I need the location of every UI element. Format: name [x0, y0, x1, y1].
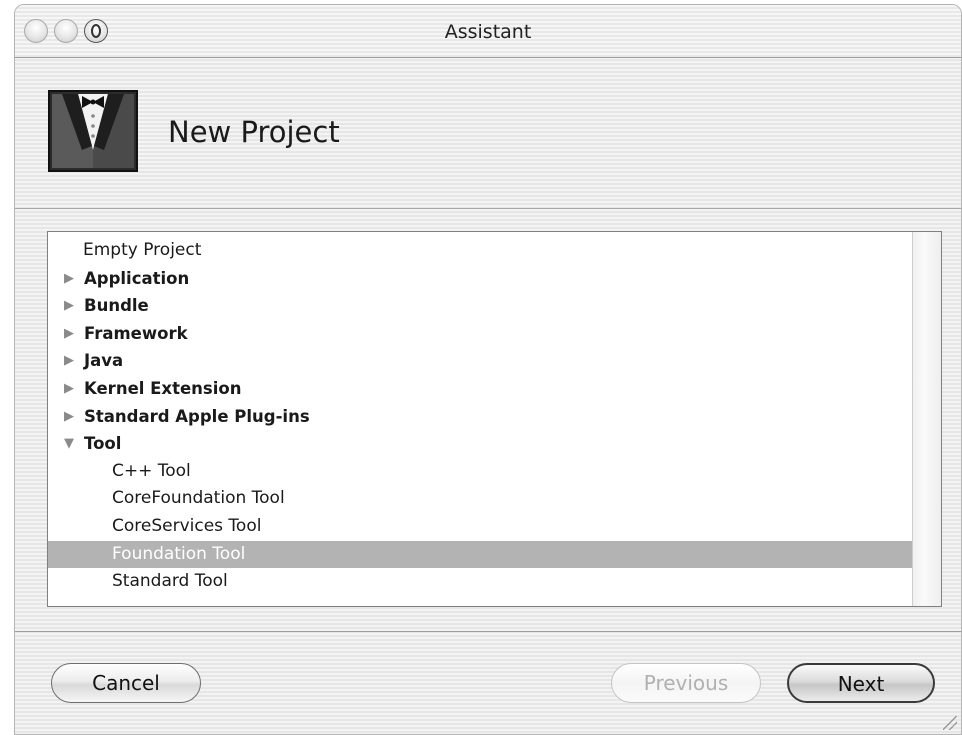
disclosure-triangle-down-icon[interactable]: ▼: [64, 430, 80, 458]
cancel-button[interactable]: Cancel: [51, 663, 201, 703]
list-item-category[interactable]: ▶ Java: [48, 347, 913, 375]
next-button[interactable]: Next: [787, 663, 935, 703]
disclosure-triangle-right-icon[interactable]: ▶: [64, 320, 80, 348]
list-item[interactable]: CoreServices Tool: [48, 513, 913, 541]
page-title: New Project: [168, 115, 340, 149]
disclosure-triangle-right-icon[interactable]: ▶: [64, 347, 80, 375]
list-item[interactable]: Foundation Tool: [48, 540, 913, 569]
footer-divider: [15, 631, 961, 632]
disclosure-triangle-right-icon[interactable]: ▶: [64, 292, 80, 320]
list-item-label: Empty Project: [83, 240, 202, 260]
window-title: Assistant: [444, 21, 532, 43]
title-bar[interactable]: Assistant: [15, 5, 961, 58]
list-item-category[interactable]: Empty Project: [48, 237, 913, 265]
list-item-label: Standard Apple Plug-ins: [84, 406, 310, 426]
tuxedo-icon: [48, 90, 138, 172]
assistant-window: Assistant New Project Empty Project ▶ Appl…: [14, 4, 962, 735]
list-item-label: Application: [84, 268, 190, 288]
list-item-label: Bundle: [84, 296, 149, 316]
list-item-label: Framework: [84, 323, 188, 343]
list-item-label: Java: [84, 351, 124, 371]
scrollbar-track[interactable]: [912, 232, 941, 606]
list-item-label: Tool: [84, 434, 122, 454]
template-list[interactable]: Empty Project ▶ Application ▶ Bundle ▶ Framewo…: [47, 231, 942, 607]
disclosure-triangle-right-icon[interactable]: ▶: [64, 375, 80, 403]
disclosure-triangle-right-icon[interactable]: ▶: [64, 403, 80, 431]
list-item[interactable]: CoreFoundation Tool: [48, 485, 913, 513]
list-item-category[interactable]: ▶ Bundle: [48, 292, 913, 320]
assistant-header: New Project: [15, 58, 961, 209]
list-item[interactable]: Standard Tool: [48, 568, 913, 596]
template-list-rows: Empty Project ▶ Application ▶ Bundle ▶ Framewo…: [48, 237, 913, 596]
previous-button[interactable]: Previous: [611, 663, 761, 703]
resize-grip-icon[interactable]: [943, 716, 957, 730]
list-item-category[interactable]: ▶ Standard Apple Plug-ins: [48, 403, 913, 431]
list-item-label: C++ Tool: [112, 460, 191, 481]
disclosure-triangle-right-icon[interactable]: ▶: [64, 265, 80, 293]
list-item-label: CoreServices Tool: [112, 515, 262, 536]
list-item-category[interactable]: ▶ Kernel Extension: [48, 375, 913, 403]
list-item-label: CoreFoundation Tool: [112, 488, 285, 509]
list-item-category[interactable]: ▶ Application: [48, 265, 913, 293]
list-item-category[interactable]: ▶ Framework: [48, 320, 913, 348]
list-item-label: Foundation Tool: [112, 543, 246, 564]
list-item-label: Kernel Extension: [84, 378, 242, 398]
list-item[interactable]: C++ Tool: [48, 458, 913, 486]
list-item-category[interactable]: ▼ Tool: [48, 430, 913, 458]
list-item-label: Standard Tool: [112, 571, 228, 592]
